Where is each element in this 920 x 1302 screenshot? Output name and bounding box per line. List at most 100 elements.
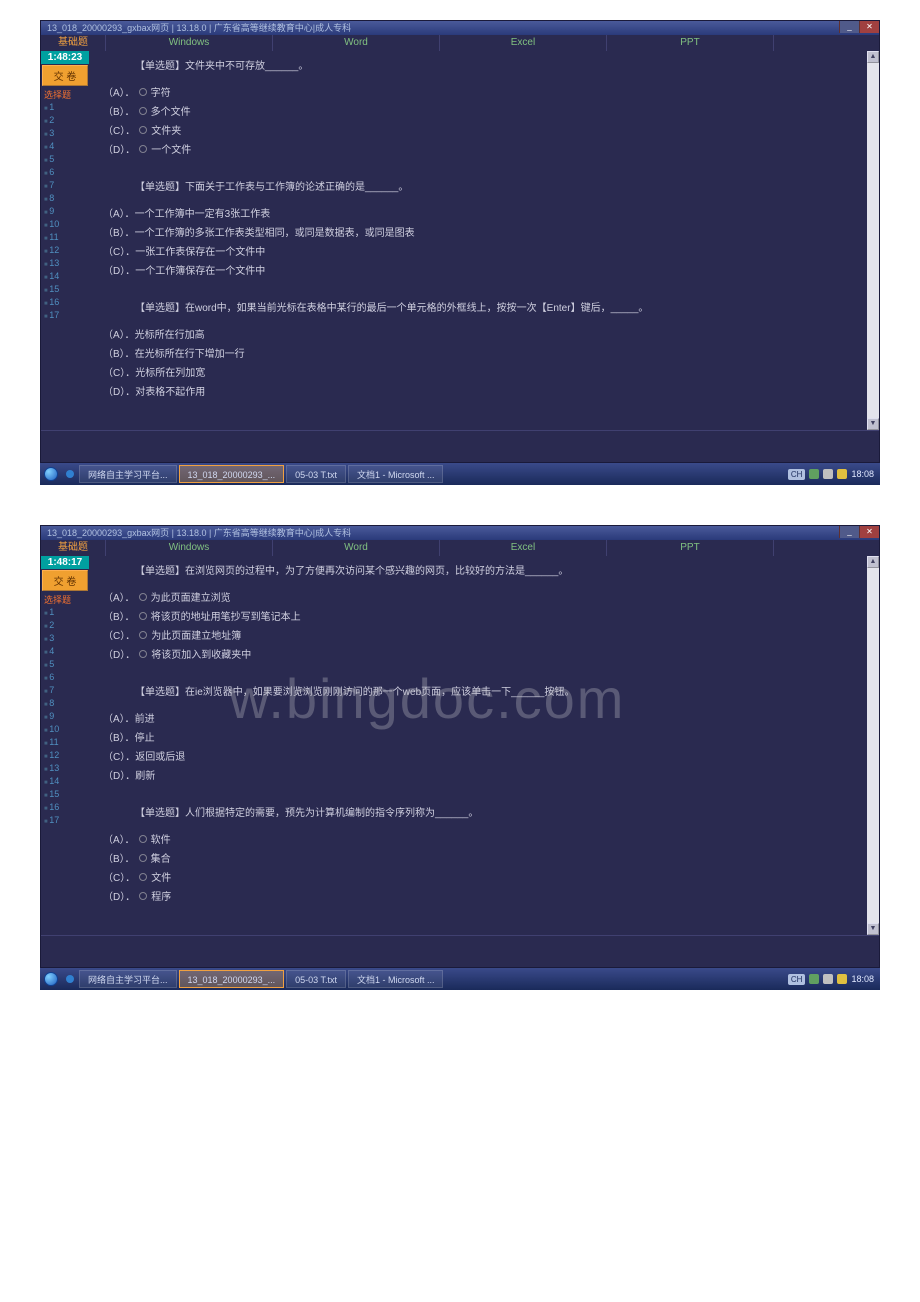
tray-icon[interactable] [837,974,847,984]
tab-windows[interactable]: Windows [106,540,273,556]
qnav-9[interactable]: 9 [41,206,89,219]
scroll-track[interactable] [867,568,879,923]
radio-icon[interactable] [139,612,147,620]
close-button[interactable]: ✕ [859,21,879,33]
qnav-10[interactable]: 10 [41,724,89,737]
tab-ppt[interactable]: PPT [607,540,774,556]
qnav-10[interactable]: 10 [41,219,89,232]
submit-button[interactable]: 交 卷 [42,65,88,86]
minimize-button[interactable]: _ [839,526,859,538]
option-a[interactable]: （A）．为此页面建立浏览 [103,589,859,608]
system-tray[interactable]: CH 18:08 [782,974,880,985]
taskbar-item[interactable]: 网络自主学习平台... [79,465,177,483]
qnav-12[interactable]: 12 [41,245,89,258]
qnav-9[interactable]: 9 [41,711,89,724]
tab-word[interactable]: Word [273,540,440,556]
option-b[interactable]: （B）．一个工作簿的多张工作表类型相同，或同是数据表，或同是图表 [103,224,859,243]
qnav-15[interactable]: 15 [41,789,89,802]
option-d[interactable]: （D）．程序 [103,888,859,907]
language-indicator[interactable]: CH [788,469,806,480]
qnav-4[interactable]: 4 [41,141,89,154]
option-b[interactable]: （B）．停止 [103,729,859,748]
radio-icon[interactable] [139,835,147,843]
tab-basic[interactable]: 基础题 [41,35,106,51]
option-c[interactable]: （C）．文件夹 [103,122,859,141]
tray-icon[interactable] [809,974,819,984]
option-c[interactable]: （C）．返回或后退 [103,748,859,767]
start-button[interactable] [44,467,58,481]
taskbar-item[interactable]: 13_018_20000293_... [179,465,285,483]
vertical-scrollbar[interactable]: ▲ ▼ [867,556,879,935]
option-b[interactable]: （B）．在光标所在行下增加一行 [103,345,859,364]
qnav-4[interactable]: 4 [41,646,89,659]
qnav-7[interactable]: 7 [41,180,89,193]
tab-windows[interactable]: Windows [106,35,273,51]
option-c[interactable]: （C）．一张工作表保存在一个文件中 [103,243,859,262]
radio-icon[interactable] [139,854,147,862]
qnav-5[interactable]: 5 [41,659,89,672]
qnav-16[interactable]: 16 [41,802,89,815]
minimize-button[interactable]: _ [839,21,859,33]
taskbar-item[interactable]: 文档1 - Microsoft ... [348,465,444,483]
qnav-1[interactable]: 1 [41,102,89,115]
radio-icon[interactable] [139,126,147,134]
option-b[interactable]: （B）．将该页的地址用笔抄写到笔记本上 [103,608,859,627]
radio-icon[interactable] [139,593,147,601]
system-tray[interactable]: CH 18:08 [782,469,880,480]
qnav-11[interactable]: 11 [41,737,89,750]
close-button[interactable]: ✕ [859,526,879,538]
option-d[interactable]: （D）．一个文件 [103,141,859,160]
qnav-16[interactable]: 16 [41,297,89,310]
option-c[interactable]: （C）．为此页面建立地址簿 [103,627,859,646]
taskbar-item[interactable]: 网络自主学习平台... [79,970,177,988]
tab-word[interactable]: Word [273,35,440,51]
clock[interactable]: 18:08 [851,469,874,479]
quicklaunch-icon[interactable] [66,975,74,983]
tab-ppt[interactable]: PPT [607,35,774,51]
qnav-12[interactable]: 12 [41,750,89,763]
taskbar-item[interactable]: 13_018_20000293_... [179,970,285,988]
qnav-14[interactable]: 14 [41,776,89,789]
quicklaunch-icon[interactable] [66,470,74,478]
tray-icon[interactable] [823,469,833,479]
tab-basic[interactable]: 基础题 [41,540,106,556]
option-b[interactable]: （B）．集合 [103,850,859,869]
qnav-11[interactable]: 11 [41,232,89,245]
clock[interactable]: 18:08 [851,974,874,984]
option-d[interactable]: （D）．对表格不起作用 [103,383,859,402]
qnav-15[interactable]: 15 [41,284,89,297]
option-b[interactable]: （B）．多个文件 [103,103,859,122]
radio-icon[interactable] [139,145,147,153]
qnav-3[interactable]: 3 [41,128,89,141]
qnav-17[interactable]: 17 [41,815,89,828]
radio-icon[interactable] [139,892,147,900]
qnav-8[interactable]: 8 [41,193,89,206]
option-a[interactable]: （A）．一个工作簿中一定有3张工作表 [103,205,859,224]
taskbar-item[interactable]: 05-03 T.txt [286,465,346,483]
titlebar[interactable]: 13_018_20000293_gxbax网页 | 13.18.0 | 广东省高… [41,21,879,35]
qnav-13[interactable]: 13 [41,763,89,776]
tray-icon[interactable] [809,469,819,479]
radio-icon[interactable] [139,873,147,881]
option-a[interactable]: （A）．前进 [103,710,859,729]
qnav-6[interactable]: 6 [41,167,89,180]
option-a[interactable]: （A）．光标所在行加高 [103,326,859,345]
taskbar-item[interactable]: 文档1 - Microsoft ... [348,970,444,988]
qnav-13[interactable]: 13 [41,258,89,271]
scroll-track[interactable] [867,63,879,418]
titlebar[interactable]: 13_018_20000293_gxbax网页 | 13.18.0 | 广东省高… [41,526,879,540]
option-a[interactable]: （A）．软件 [103,831,859,850]
qnav-2[interactable]: 2 [41,115,89,128]
scroll-up-icon[interactable]: ▲ [867,51,879,63]
qnav-5[interactable]: 5 [41,154,89,167]
qnav-7[interactable]: 7 [41,685,89,698]
taskbar-item[interactable]: 05-03 T.txt [286,970,346,988]
qnav-1[interactable]: 1 [41,607,89,620]
language-indicator[interactable]: CH [788,974,806,985]
qnav-14[interactable]: 14 [41,271,89,284]
tray-icon[interactable] [823,974,833,984]
radio-icon[interactable] [139,88,147,96]
tab-excel[interactable]: Excel [440,540,607,556]
qnav-2[interactable]: 2 [41,620,89,633]
scroll-down-icon[interactable]: ▼ [867,418,879,430]
